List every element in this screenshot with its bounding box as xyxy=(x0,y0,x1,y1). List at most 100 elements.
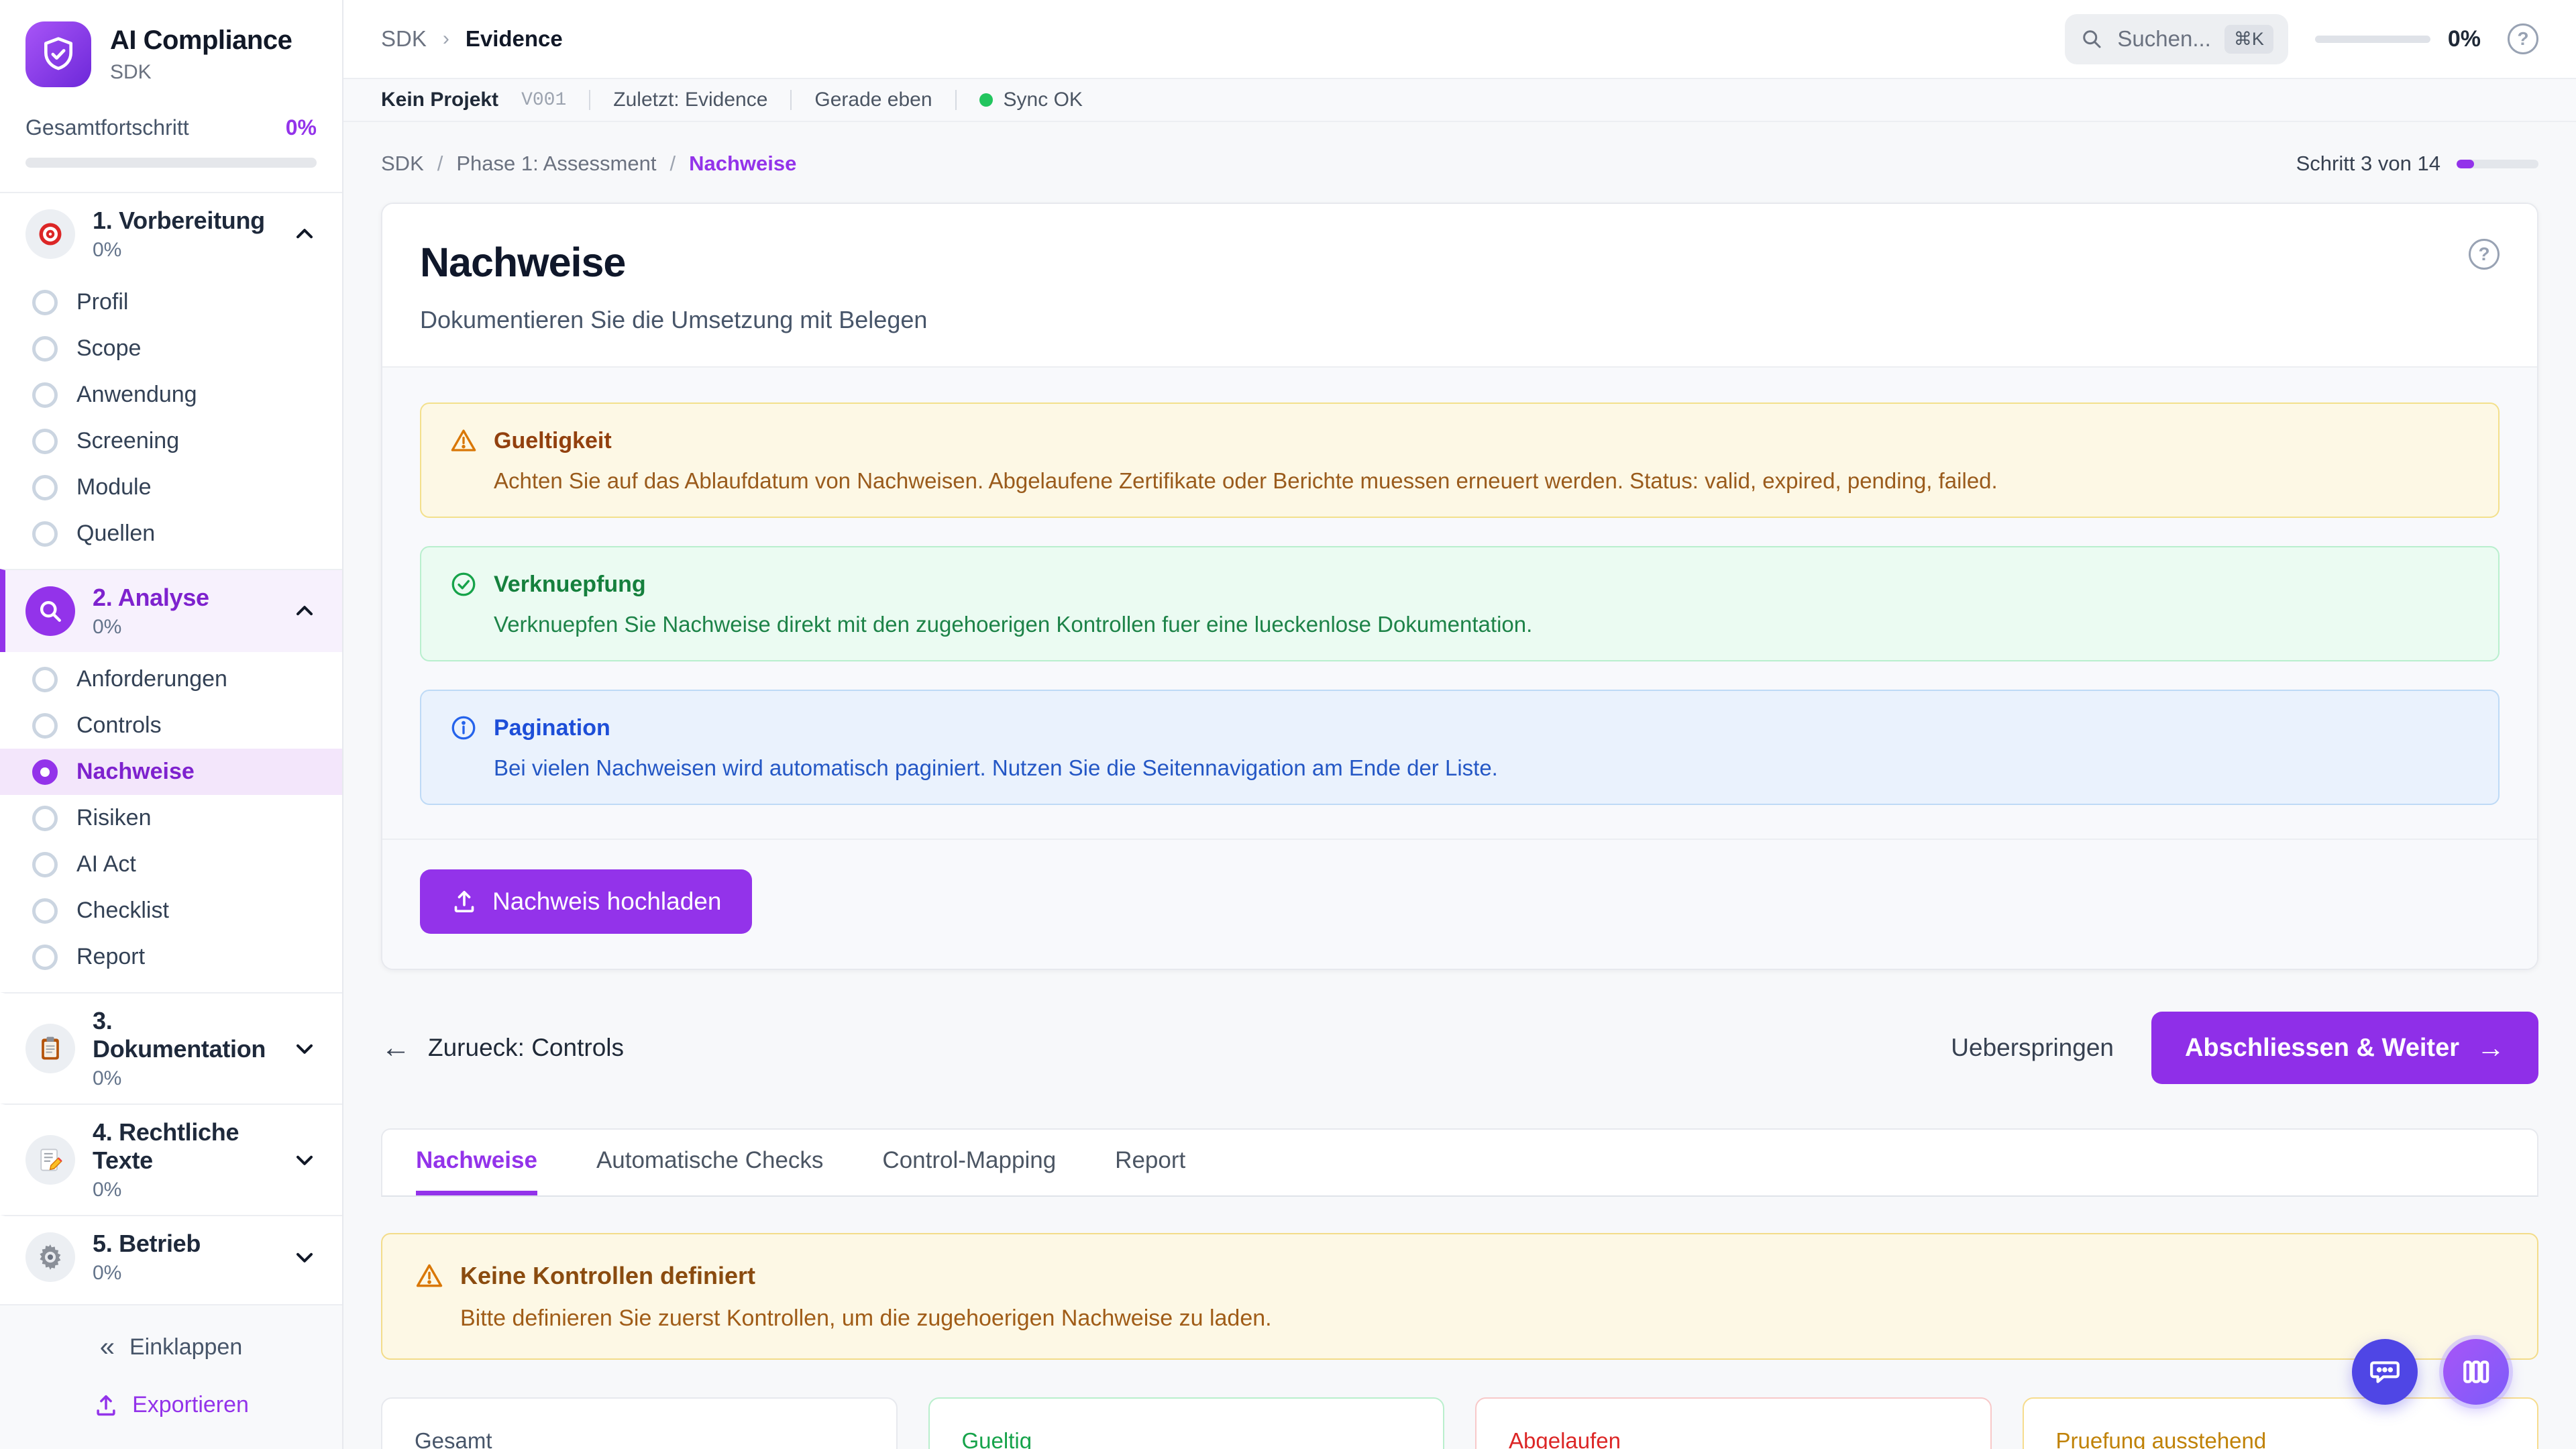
sidebar-item-anwendung[interactable]: Anwendung xyxy=(0,372,342,418)
section-pct: 0% xyxy=(93,1179,274,1201)
breadcrumb-root[interactable]: SDK xyxy=(381,26,427,52)
upload-icon xyxy=(451,888,478,915)
divider xyxy=(790,90,792,110)
sidebar-nav: 1. Vorbereitung 0% Profil Scope Anwendun… xyxy=(0,193,342,1304)
no-controls-warning: Keine Kontrollen definiert Bitte definie… xyxy=(381,1233,2538,1360)
arrow-left-icon: ← xyxy=(381,1031,411,1065)
upload-evidence-button[interactable]: Nachweis hochladen xyxy=(420,869,752,934)
overall-progress-bar xyxy=(25,158,317,168)
sync-label: Sync OK xyxy=(1004,89,1083,111)
version-tag: V001 xyxy=(521,90,566,111)
breadcrumb-current: Evidence xyxy=(466,26,563,52)
sidebar-section-analyse[interactable]: 2. Analyse 0% xyxy=(0,569,342,652)
breadcrumb-current-page: Nachweise xyxy=(689,152,796,176)
app-title-block: AI Compliance SDK xyxy=(110,25,292,84)
chevron-down-icon xyxy=(291,1244,318,1271)
stat-card-pruefung-ausstehend: Pruefung ausstehend 0 xyxy=(2023,1397,2539,1449)
floating-action-buttons xyxy=(2352,1339,2509,1405)
step-progress-bar xyxy=(2457,160,2538,168)
sync-ok-dot-icon xyxy=(979,93,993,107)
chevron-up-icon xyxy=(291,221,318,248)
sidebar-item-report[interactable]: Report xyxy=(0,934,342,980)
tab-report[interactable]: Report xyxy=(1115,1130,1185,1195)
main-area: SDK › Evidence Suchen... ⌘K 0% ? Kein Pr… xyxy=(343,0,2576,1449)
progress-bar xyxy=(2315,36,2430,43)
sidebar-section-dokumentation[interactable]: 3. Dokumentation 0% xyxy=(0,992,342,1104)
warning-triangle-icon xyxy=(449,427,478,455)
section-analyse-items: Anforderungen Controls Nachweise Risiken… xyxy=(0,652,342,992)
sync-status: Sync OK xyxy=(979,89,1083,111)
sidebar-section-betrieb[interactable]: 5. Betrieb 0% xyxy=(0,1215,342,1298)
chevron-down-icon xyxy=(291,1146,318,1173)
progress-value: 0% xyxy=(2448,26,2481,52)
breadcrumb-sdk[interactable]: SDK xyxy=(381,152,424,176)
sidebar-item-scope[interactable]: Scope xyxy=(0,325,342,372)
app-title: AI Compliance xyxy=(110,25,292,56)
sidebar-section-rechtliche-texte[interactable]: 4. Rechtliche Texte 0% xyxy=(0,1104,342,1215)
callout-gueltigkeit: Gueltigkeit Achten Sie auf das Ablaufdat… xyxy=(420,402,2500,518)
double-chevron-left-icon: « xyxy=(100,1332,115,1362)
project-name: Kein Projekt xyxy=(381,89,498,111)
radio-icon xyxy=(32,382,58,408)
last-visited: Zuletzt: Evidence xyxy=(613,89,767,111)
sidebar-item-profil[interactable]: Profil xyxy=(0,279,342,325)
last-saved-time: Gerade eben xyxy=(814,89,932,111)
keyboard-shortcut-badge: ⌘K xyxy=(2224,25,2273,54)
sidebar-item-ai-act[interactable]: AI Act xyxy=(0,841,342,888)
radio-icon xyxy=(32,475,58,500)
section-pct: 0% xyxy=(93,616,274,639)
sidebar-item-risiken[interactable]: Risiken xyxy=(0,795,342,841)
chat-button[interactable] xyxy=(2352,1339,2418,1405)
clipboard-icon xyxy=(25,1024,75,1073)
section-vorbereitung-items: Profil Scope Anwendung Screening Module … xyxy=(0,275,342,569)
shield-check-logo-icon xyxy=(25,21,91,87)
sidebar-item-quellen[interactable]: Quellen xyxy=(0,511,342,557)
card-help-icon[interactable]: ? xyxy=(2469,239,2500,270)
help-icon[interactable]: ? xyxy=(2508,23,2538,54)
step-label: Schritt 3 von 14 xyxy=(2296,152,2440,176)
stat-card-abgelaufen: Abgelaufen 0 xyxy=(1475,1397,1992,1449)
radio-selected-icon xyxy=(32,759,58,785)
back-to-controls-link[interactable]: ← Zurueck: Controls xyxy=(381,1031,624,1065)
topbar: SDK › Evidence Suchen... ⌘K 0% ? xyxy=(343,0,2576,79)
search-icon xyxy=(2080,27,2104,51)
breadcrumb-phase[interactable]: Phase 1: Assessment xyxy=(456,152,656,176)
nachweise-card: Nachweise Dokumentieren Sie die Umsetzun… xyxy=(381,203,2538,970)
sidebar-footer: « Einklappen Exportieren xyxy=(0,1304,342,1449)
page-breadcrumb: SDK / Phase 1: Assessment / Nachweise xyxy=(381,152,796,176)
radio-icon xyxy=(32,290,58,315)
sidebar-item-screening[interactable]: Screening xyxy=(0,418,342,464)
radio-icon xyxy=(32,945,58,970)
topbar-breadcrumb: SDK › Evidence xyxy=(381,26,563,52)
stat-card-gesamt: Gesamt 0 xyxy=(381,1397,898,1449)
sidebar-item-nachweise[interactable]: Nachweise xyxy=(0,749,342,795)
app-subtitle: SDK xyxy=(110,61,292,84)
sidebar-item-controls[interactable]: Controls xyxy=(0,702,342,749)
tab-nachweise[interactable]: Nachweise xyxy=(416,1130,537,1195)
page-content: SDK / Phase 1: Assessment / Nachweise Sc… xyxy=(343,122,2576,1449)
tab-automatische-checks[interactable]: Automatische Checks xyxy=(596,1130,823,1195)
columns-panel-button[interactable] xyxy=(2443,1339,2509,1405)
sidebar-item-anforderungen[interactable]: Anforderungen xyxy=(0,656,342,702)
section-pct: 0% xyxy=(93,1067,274,1090)
radio-icon xyxy=(32,336,58,362)
radio-icon xyxy=(32,521,58,547)
overall-progress-block: Gesamtfortschritt 0% xyxy=(0,103,342,193)
search-input[interactable]: Suchen... ⌘K xyxy=(2065,14,2288,64)
step-progress: Schritt 3 von 14 xyxy=(2296,152,2538,176)
export-button[interactable]: Exportieren xyxy=(93,1392,249,1418)
stats-row: Gesamt 0 Gueltig 0 Abgelaufen 0 Pruefung… xyxy=(381,1397,2538,1449)
tab-control-mapping[interactable]: Control-Mapping xyxy=(882,1130,1056,1195)
breadcrumb-separator: › xyxy=(443,28,449,50)
stat-card-gueltig: Gueltig 0 xyxy=(928,1397,1445,1449)
complete-and-next-button[interactable]: Abschliessen & Weiter → xyxy=(2151,1012,2538,1084)
sidebar-item-checklist[interactable]: Checklist xyxy=(0,888,342,934)
radio-icon xyxy=(32,429,58,454)
sidebar-item-module[interactable]: Module xyxy=(0,464,342,511)
collapse-sidebar-button[interactable]: « Einklappen xyxy=(100,1332,243,1362)
sidebar-section-vorbereitung[interactable]: 1. Vorbereitung 0% xyxy=(0,193,342,275)
radio-icon xyxy=(32,806,58,831)
callout-verknuepfung: Verknuepfung Verknuepfen Sie Nachweise d… xyxy=(420,546,2500,661)
skip-button[interactable]: Ueberspringen xyxy=(1951,1034,2114,1062)
arrow-right-icon: → xyxy=(2477,1032,2505,1064)
